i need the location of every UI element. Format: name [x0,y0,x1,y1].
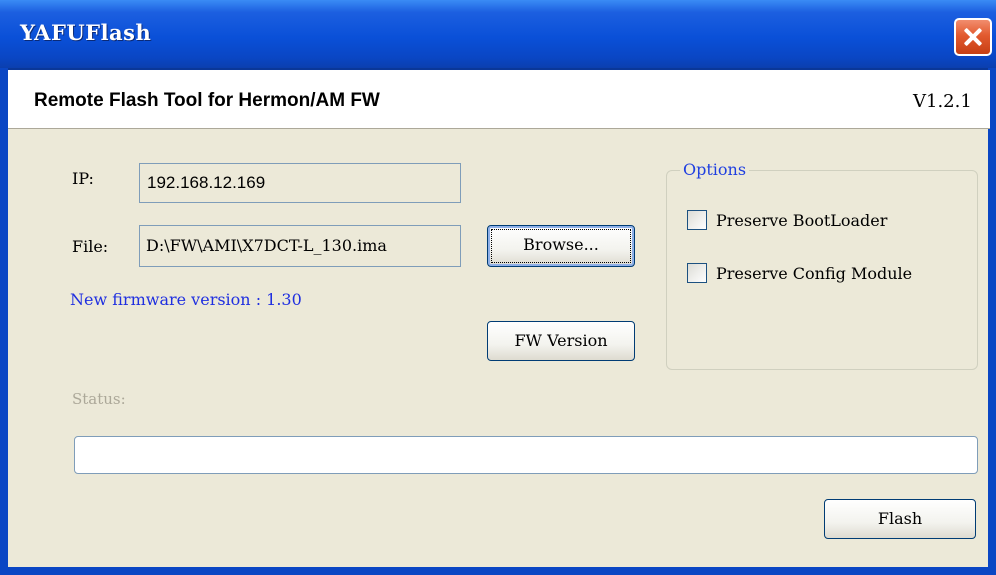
preserve-bootloader-label[interactable]: Preserve BootLoader [716,211,887,230]
preserve-config-label[interactable]: Preserve Config Module [716,264,912,283]
fw-version-button-label: FW Version [514,331,608,350]
close-icon[interactable] [954,18,992,56]
window-frame-left [0,68,8,575]
browse-button[interactable]: Browse... [487,225,635,267]
title-bar[interactable]: YAFUFlash [0,0,996,70]
file-label: File: [72,237,109,256]
header-banner: Remote Flash Tool for Hermon/AM FW V1.2.… [8,70,990,128]
ip-field[interactable]: 192.168.12.169 [139,163,461,203]
options-legend: Options [680,160,750,179]
fw-version-button[interactable]: FW Version [487,321,635,361]
window-title: YAFUFlash [20,20,152,45]
file-path-field[interactable]: D:\FW\AMI\X7DCT-L_130.ima [139,225,461,267]
yafuflash-window: YAFUFlash Remote Flash Tool for Hermon/A… [0,0,996,575]
new-firmware-version-text: New firmware version : 1.30 [70,290,302,309]
tool-title: Remote Flash Tool for Hermon/AM FW [34,90,380,111]
preserve-config-checkbox[interactable] [687,263,707,283]
ip-label: IP: [72,169,94,188]
flash-button[interactable]: Flash [824,499,976,539]
browse-button-label: Browse... [523,235,599,254]
status-label: Status: [72,390,126,408]
flash-button-label: Flash [877,509,923,528]
window-frame-bottom [0,567,996,575]
tool-version: V1.2.1 [913,91,972,112]
flash-progress-bar [74,436,978,474]
preserve-bootloader-checkbox[interactable] [687,210,707,230]
